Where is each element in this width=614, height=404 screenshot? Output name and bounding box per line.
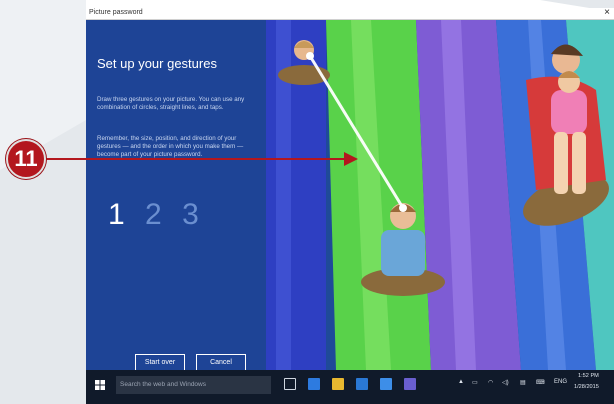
gesture-step-indicator: 1 2 3 (108, 198, 211, 232)
task-view-icon[interactable] (284, 378, 296, 390)
windows-start-icon[interactable] (90, 377, 110, 393)
store-icon[interactable] (356, 378, 368, 390)
step-3: 3 (182, 198, 199, 231)
window-title: Picture password (89, 9, 143, 16)
taskbar: Search the web and Windows ▲ ▭ ◠ ◁) ▤ ⌨ … (86, 370, 614, 404)
clock-time[interactable]: 1:52 PM (578, 373, 599, 379)
callout-pointer-line (46, 158, 350, 160)
screenshot-stage: Picture password × Set up your gestures … (0, 0, 614, 404)
clock-date[interactable]: 1/28/2015 (574, 384, 599, 390)
keyboard-icon[interactable]: ⌨ (536, 379, 545, 386)
picture-password-window: Picture password × Set up your gestures … (86, 8, 614, 404)
step-number-badge: 11 (6, 139, 46, 179)
action-center-icon[interactable]: ▤ (520, 379, 526, 386)
callout-arrowhead-icon (344, 152, 358, 166)
cancel-button[interactable]: Cancel (196, 354, 246, 371)
step-2: 2 (145, 198, 162, 231)
instructions-panel: Set up your gestures Draw three gestures… (86, 20, 266, 371)
mail-icon[interactable] (380, 378, 392, 390)
gesture-picture[interactable] (266, 20, 614, 370)
network-icon[interactable]: ◠ (488, 379, 493, 386)
start-over-button[interactable]: Start over (135, 354, 185, 371)
title-bar: Picture password × (86, 8, 614, 20)
settings-gear-icon[interactable] (404, 378, 416, 390)
volume-icon[interactable]: ◁) (502, 379, 509, 386)
instructions-text: Draw three gestures on your picture. You… (97, 96, 245, 111)
file-explorer-icon[interactable] (332, 378, 344, 390)
battery-icon[interactable]: ▭ (472, 379, 478, 386)
step-1: 1 (108, 198, 125, 231)
browser-icon[interactable] (308, 378, 320, 390)
taskbar-search-box[interactable]: Search the web and Windows (116, 376, 271, 394)
reminder-text: Remember, the size, position, and direct… (97, 135, 244, 158)
close-icon[interactable]: × (604, 8, 610, 18)
slide-photo-illustration (266, 20, 614, 370)
page-title: Set up your gestures (97, 56, 217, 71)
tray-chevron-icon[interactable]: ▲ (458, 379, 464, 385)
language-indicator[interactable]: ENG (554, 379, 567, 385)
